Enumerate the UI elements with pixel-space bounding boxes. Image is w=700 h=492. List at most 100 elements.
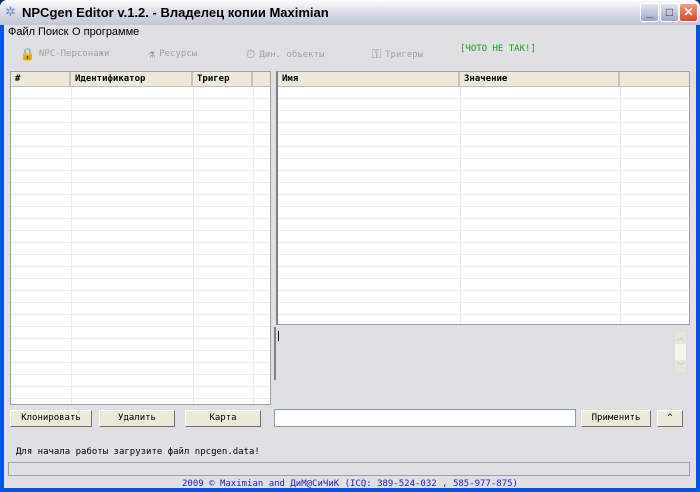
table-row[interactable] — [11, 87, 270, 99]
value-input[interactable] — [274, 409, 576, 427]
table-row[interactable] — [11, 363, 270, 375]
menu-search[interactable]: Поиск — [38, 26, 68, 38]
table-row[interactable] — [278, 123, 689, 135]
table-row[interactable] — [11, 123, 270, 135]
scroll-up-icon[interactable]: ︿ — [675, 331, 686, 344]
timer-icon: ⏱ — [246, 47, 256, 61]
column-divider — [253, 87, 254, 404]
column-extra[interactable] — [253, 72, 270, 87]
table-row[interactable] — [11, 279, 270, 291]
table-row[interactable] — [278, 183, 689, 195]
table-row[interactable] — [278, 315, 689, 324]
table-row[interactable] — [278, 291, 689, 303]
table-row[interactable] — [11, 171, 270, 183]
table-row[interactable] — [278, 243, 689, 255]
column-divider — [71, 87, 72, 404]
table-row[interactable] — [11, 291, 270, 303]
table-row[interactable] — [11, 399, 270, 404]
flask-icon: ⚗ — [148, 47, 156, 61]
menu-bar: Файл Поиск О программе — [4, 25, 696, 40]
npc-table[interactable]: # Идентификатор Тригер — [10, 71, 271, 405]
table-row[interactable] — [278, 99, 689, 111]
toolbar-npc-label: NPC-Персонажи — [38, 49, 110, 59]
table-row[interactable] — [278, 195, 689, 207]
text-caret — [278, 331, 279, 341]
table-row[interactable] — [11, 207, 270, 219]
table-row[interactable] — [278, 87, 689, 99]
column-extra[interactable] — [620, 72, 689, 87]
map-button[interactable]: Карта — [185, 410, 261, 427]
toolbar-resources[interactable]: ⚗ Ресурсы — [148, 47, 197, 61]
table-row[interactable] — [278, 303, 689, 315]
table-row[interactable] — [11, 375, 270, 387]
table-row[interactable] — [11, 339, 270, 351]
table-row[interactable] — [278, 171, 689, 183]
toolbar-triggers[interactable]: ⚿ Тригеры — [372, 47, 423, 62]
table-row[interactable] — [11, 135, 270, 147]
expand-button[interactable]: ^ — [657, 410, 683, 427]
table-row[interactable] — [11, 243, 270, 255]
table-row[interactable] — [278, 207, 689, 219]
properties-table[interactable]: Имя Значение — [276, 71, 690, 325]
title-bar[interactable]: ✲ NPCgen Editor v.1.2. - Владелец копии … — [0, 0, 700, 25]
key-icon: ⚿ — [372, 47, 382, 61]
column-value[interactable]: Значение — [460, 72, 620, 87]
menu-file[interactable]: Файл — [8, 26, 35, 38]
apply-button[interactable]: Применить — [581, 410, 651, 427]
window-title: NPCgen Editor v.1.2. - Владелец копии Ma… — [22, 5, 329, 20]
table-row[interactable] — [11, 303, 270, 315]
progress-bar — [8, 462, 690, 476]
column-trigger[interactable]: Тригер — [193, 72, 253, 87]
lock-icon: 🔒 — [20, 47, 35, 61]
table-row[interactable] — [11, 267, 270, 279]
warning-label: [ЧОТО НЕ ТАК!] — [460, 44, 536, 54]
table-row[interactable] — [278, 147, 689, 159]
table-row[interactable] — [278, 267, 689, 279]
table-row[interactable] — [11, 111, 270, 123]
table-row[interactable] — [11, 99, 270, 111]
menu-about[interactable]: О программе — [72, 26, 139, 38]
column-divider — [460, 87, 461, 324]
maximize-button[interactable]: □ — [660, 3, 679, 22]
table-row[interactable] — [11, 183, 270, 195]
table-row[interactable] — [11, 159, 270, 171]
table-row[interactable] — [278, 219, 689, 231]
toolbar-resources-label: Ресурсы — [159, 49, 198, 59]
table-row[interactable] — [11, 195, 270, 207]
toolbar-npc[interactable]: 🔒 NPC-Персонажи — [20, 47, 109, 61]
table-row[interactable] — [278, 159, 689, 171]
table-row[interactable] — [11, 387, 270, 399]
delete-button[interactable]: Удалить — [99, 410, 175, 427]
app-icon: ✲ — [5, 4, 16, 19]
column-number[interactable]: # — [11, 72, 71, 87]
table-header: # Идентификатор Тригер — [11, 72, 270, 87]
table-row[interactable] — [11, 327, 270, 339]
toolbar-dynamic-label: Дин. объекты — [259, 49, 325, 60]
minimize-button[interactable]: _ — [640, 3, 659, 22]
table-row[interactable] — [11, 147, 270, 159]
column-divider — [620, 87, 621, 324]
table-row[interactable] — [278, 279, 689, 291]
clone-button[interactable]: Клонировать — [10, 410, 92, 427]
table-row[interactable] — [278, 135, 689, 147]
app-window: ✲ NPCgen Editor v.1.2. - Владелец копии … — [0, 0, 700, 492]
column-identifier[interactable]: Идентификатор — [71, 72, 193, 87]
footer-copyright: 2009 © Maximian and ДиМ@СиЧиК (ICQ: 389-… — [182, 479, 518, 489]
column-name[interactable]: Имя — [278, 72, 460, 87]
table-row[interactable] — [11, 231, 270, 243]
toolbar-triggers-label: Тригеры — [385, 49, 424, 60]
table-row[interactable] — [11, 315, 270, 327]
table-header: Имя Значение — [278, 72, 689, 87]
table-row[interactable] — [11, 351, 270, 363]
table-row[interactable] — [11, 255, 270, 267]
scrollbar[interactable]: ︿ ﹀ — [674, 330, 687, 374]
table-row[interactable] — [278, 255, 689, 267]
scroll-down-icon[interactable]: ﹀ — [675, 360, 686, 373]
table-row[interactable] — [11, 219, 270, 231]
close-button[interactable]: ✕ — [679, 3, 698, 22]
status-text: Для начала работы загрузите файл npcgen.… — [16, 447, 260, 457]
description-textarea[interactable]: ︿ ﹀ — [274, 327, 690, 380]
toolbar-dynamic-objects[interactable]: ⏱ Дин. объекты — [246, 47, 324, 62]
table-row[interactable] — [278, 111, 689, 123]
table-row[interactable] — [278, 231, 689, 243]
